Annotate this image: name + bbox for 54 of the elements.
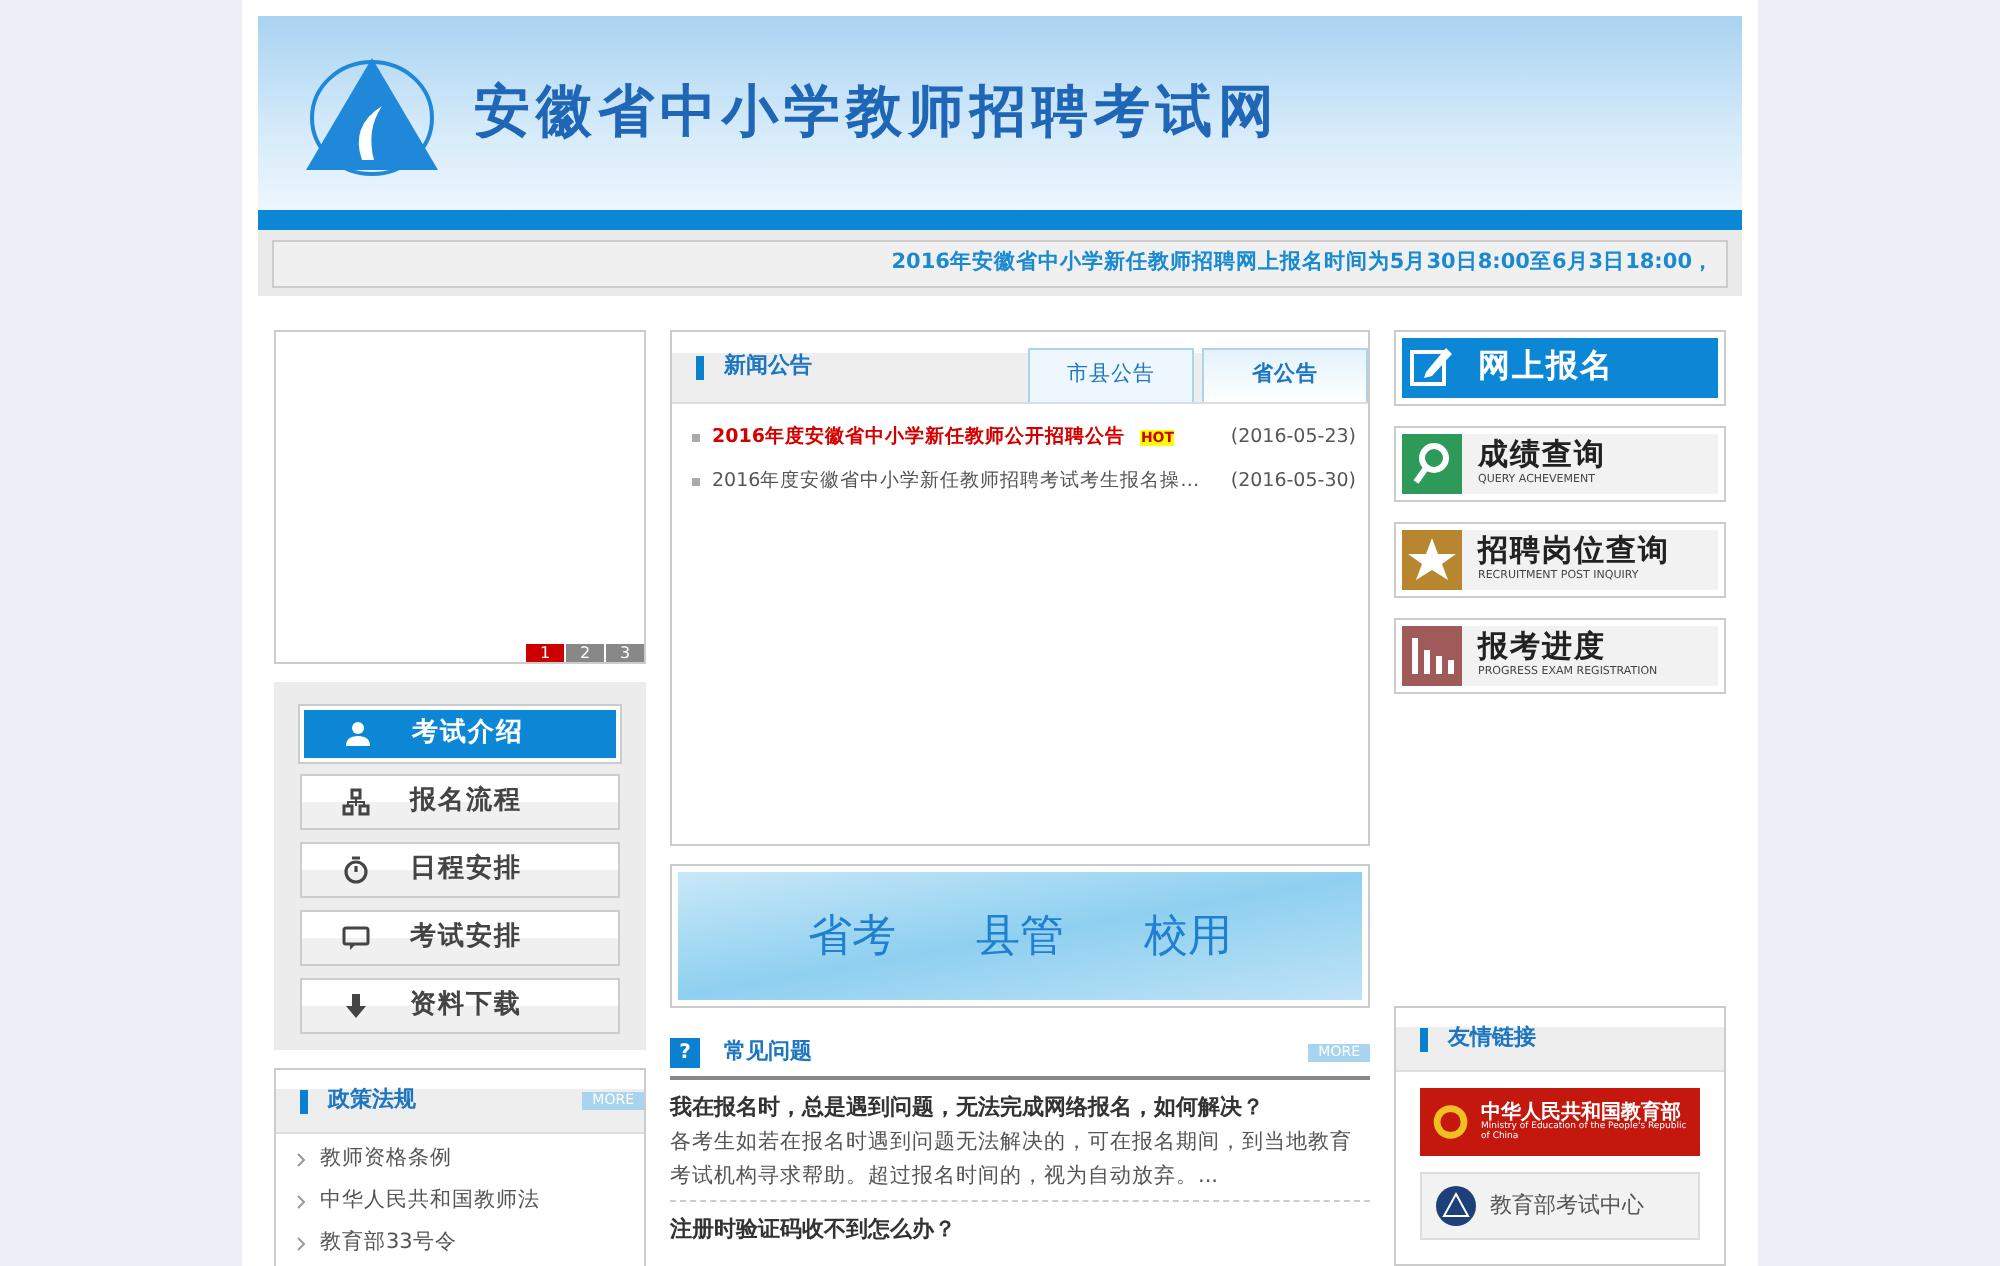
quick-link-button[interactable]: 网上报名 (1394, 330, 1726, 406)
news-link[interactable]: 2016年度安徽省中小学新任教师公开招聘公告 (712, 416, 1125, 460)
slogan-text: 校用 (1144, 909, 1232, 965)
flow-icon (342, 788, 370, 816)
section-marker (300, 1089, 308, 1113)
partner-link[interactable]: 教育部考试中心 (1420, 1172, 1700, 1240)
chat-icon (342, 924, 370, 952)
slogan-text: 县管 (976, 909, 1064, 965)
partner-title: 教育部考试中心 (1490, 1193, 1644, 1219)
quick-link-title: 成绩查询 (1478, 439, 1606, 473)
section-title: 政策法规 (328, 1084, 416, 1117)
policy-link[interactable]: 教师资格条例 (320, 1138, 452, 1180)
seal-icon (1434, 1184, 1478, 1228)
slogan-text: 省考 (808, 909, 896, 965)
news-date: (2016-05-23) (1230, 424, 1356, 452)
quick-link-title: 招聘岗位查询 (1478, 535, 1670, 569)
quick-link-title: 网上报名 (1478, 350, 1614, 386)
menu-button[interactable]: 考试安排 (300, 910, 620, 966)
section-title: 新闻公告 (724, 350, 812, 383)
emblem-icon (1432, 1100, 1470, 1144)
user-icon (344, 720, 372, 748)
faq-question[interactable]: 注册时验证码收不到怎么办？ (670, 1213, 1370, 1246)
quick-link-title: 报考进度 (1478, 631, 1608, 665)
section-marker (1420, 1027, 1428, 1051)
site-title: 安徽省中小学教师招聘考试网 (474, 79, 1280, 147)
news-tab[interactable]: 市县公告 (1028, 348, 1194, 402)
menu-button[interactable]: 报名流程 (300, 774, 620, 830)
page-button[interactable]: 3 (606, 644, 644, 662)
faq-question[interactable]: 我在报名时，总是遇到问题，无法完成网络报名，如何解决？ (670, 1092, 1370, 1125)
bullet-icon (692, 478, 700, 486)
bullet-icon (692, 434, 700, 442)
news-date: (2016-05-30) (1230, 468, 1356, 496)
timer-icon (342, 856, 370, 884)
chevron-icon (296, 1151, 308, 1167)
star-icon (1406, 534, 1458, 586)
menu-button[interactable]: 日程安排 (300, 842, 620, 898)
menu-button[interactable]: 资料下载 (300, 978, 620, 1034)
download-icon (342, 992, 370, 1020)
news-tab[interactable]: 省公告 (1202, 348, 1368, 402)
section-title: 常见问题 (724, 1036, 812, 1069)
policy-link[interactable]: 中华人民共和国教师法 (320, 1180, 540, 1222)
news-link[interactable]: 2016年度安徽省中小学新任教师招聘考试考生报名操… (712, 460, 1200, 504)
faq-answer: 各考生如若在报名时遇到问题无法解决的，可在报名期间，到当地教育考试机构寻求帮助。超过报名时间的，视为自动放弃。... (670, 1125, 1370, 1201)
section-title: 友情链接 (1448, 1022, 1536, 1055)
question-icon: ? (670, 1038, 700, 1068)
news-ticker: 2016年安徽省中小学新任教师招聘网上报名时间为5月30日8:00至6月3日18:00， (272, 240, 1728, 288)
chevron-icon (296, 1193, 308, 1209)
page-button[interactable]: 1 (526, 644, 564, 662)
partner-title: 中华人民共和国教育部 (1481, 1101, 1682, 1124)
policy-link[interactable]: 教育部33号令 (320, 1222, 457, 1264)
section-marker (696, 355, 704, 379)
page-button[interactable]: 2 (566, 644, 604, 662)
menu-button[interactable]: 考试介绍 (300, 706, 620, 762)
chevron-icon (296, 1235, 308, 1251)
